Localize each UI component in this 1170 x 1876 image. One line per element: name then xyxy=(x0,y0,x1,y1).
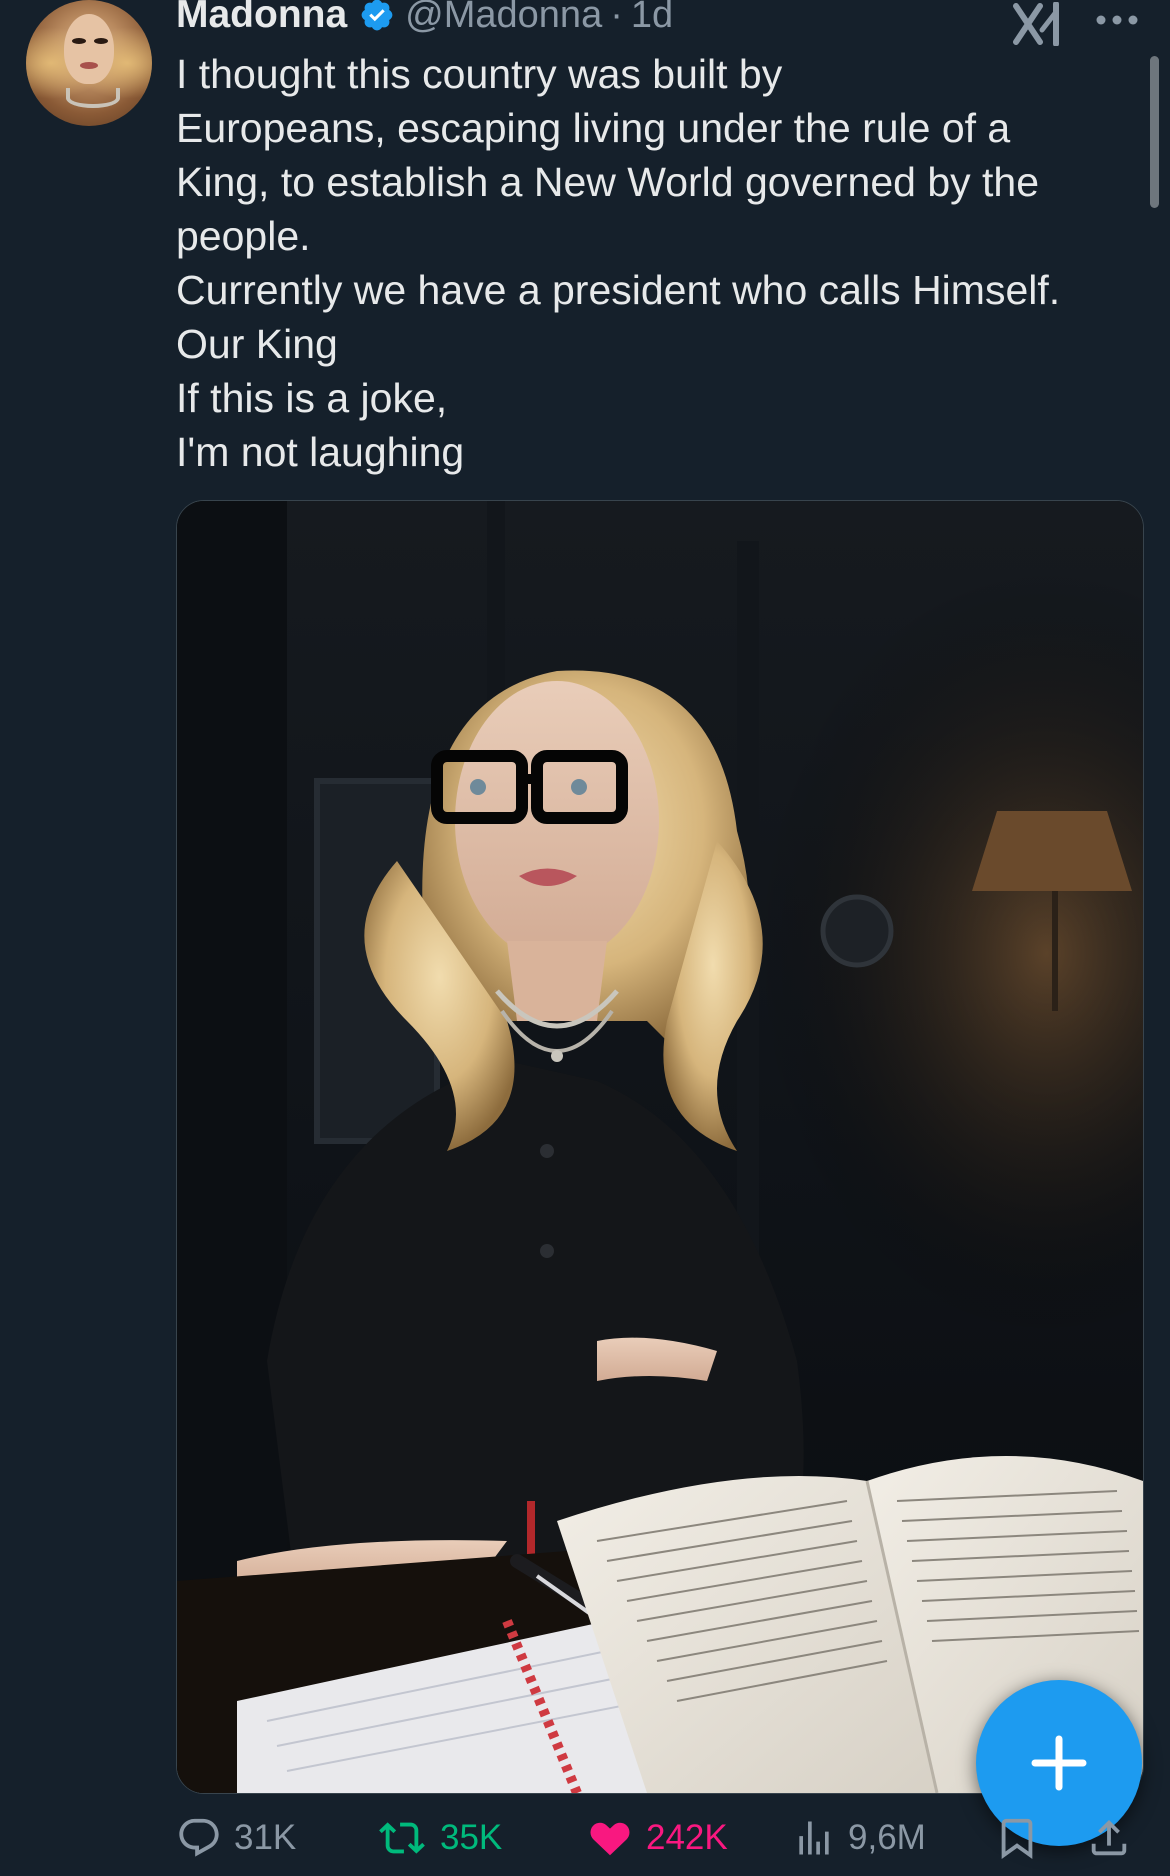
header-separator: · xyxy=(610,0,623,36)
verified-badge-icon[interactable] xyxy=(359,0,395,33)
more-options-icon[interactable] xyxy=(1094,8,1140,32)
tweet-actions-bar: 31K 35K 242K 9,6M xyxy=(0,1808,1170,1868)
tweet-text-line: I'm not laughing xyxy=(176,429,465,475)
tweet-text-line: Europeans, escaping living under the rul… xyxy=(176,105,1011,151)
tweet-text-line: If this is a joke, xyxy=(176,375,448,421)
avatar-necklace xyxy=(66,88,120,108)
avatar-lips xyxy=(80,62,98,69)
retweet-count: 35K xyxy=(440,1818,503,1857)
avatar-face xyxy=(64,14,114,84)
share-button[interactable] xyxy=(1086,1808,1132,1868)
avatar-left-eye xyxy=(72,38,86,44)
author-name[interactable]: Madonna xyxy=(176,0,347,37)
author-avatar[interactable] xyxy=(26,0,152,126)
retweet-button[interactable]: 35K xyxy=(376,1808,502,1868)
like-count: 242K xyxy=(646,1818,728,1857)
reply-count: 31K xyxy=(234,1818,297,1857)
tweet-text-line: Our King xyxy=(176,321,338,367)
retweet-icon xyxy=(379,1822,425,1854)
author-handle[interactable]: @Madonna xyxy=(405,0,602,37)
tweet-text-line: I thought this country was built by xyxy=(176,51,783,97)
like-button[interactable]: 242K xyxy=(586,1808,728,1868)
bookmark-icon xyxy=(1001,1818,1033,1859)
tweet-photo[interactable] xyxy=(176,500,1144,1794)
views-count: 9,6M xyxy=(848,1818,926,1857)
plus-icon xyxy=(1031,1735,1087,1791)
views-button[interactable]: 9,6M xyxy=(792,1808,926,1868)
tweet-text: I thought this country was built by Euro… xyxy=(176,47,1136,479)
tweet-text-line: people. xyxy=(176,213,311,259)
heart-icon xyxy=(590,1822,630,1856)
avatar-right-eye xyxy=(94,38,108,44)
tweet-timestamp[interactable]: 1d xyxy=(631,0,673,37)
reply-button[interactable]: 31K xyxy=(176,1808,296,1868)
tweet-text-line: King, to establish a New World governed … xyxy=(176,159,1040,205)
tweet-header: Madonna @Madonna · 1d xyxy=(176,0,673,40)
bookmark-button[interactable] xyxy=(994,1808,1040,1868)
share-icon xyxy=(1091,1819,1127,1856)
tweet-text-line: Currently we have a president who calls … xyxy=(176,267,1061,313)
scrollbar[interactable] xyxy=(1150,56,1159,208)
grok-icon[interactable] xyxy=(1012,1,1064,47)
reply-icon xyxy=(179,1818,219,1857)
views-icon xyxy=(799,1821,829,1855)
